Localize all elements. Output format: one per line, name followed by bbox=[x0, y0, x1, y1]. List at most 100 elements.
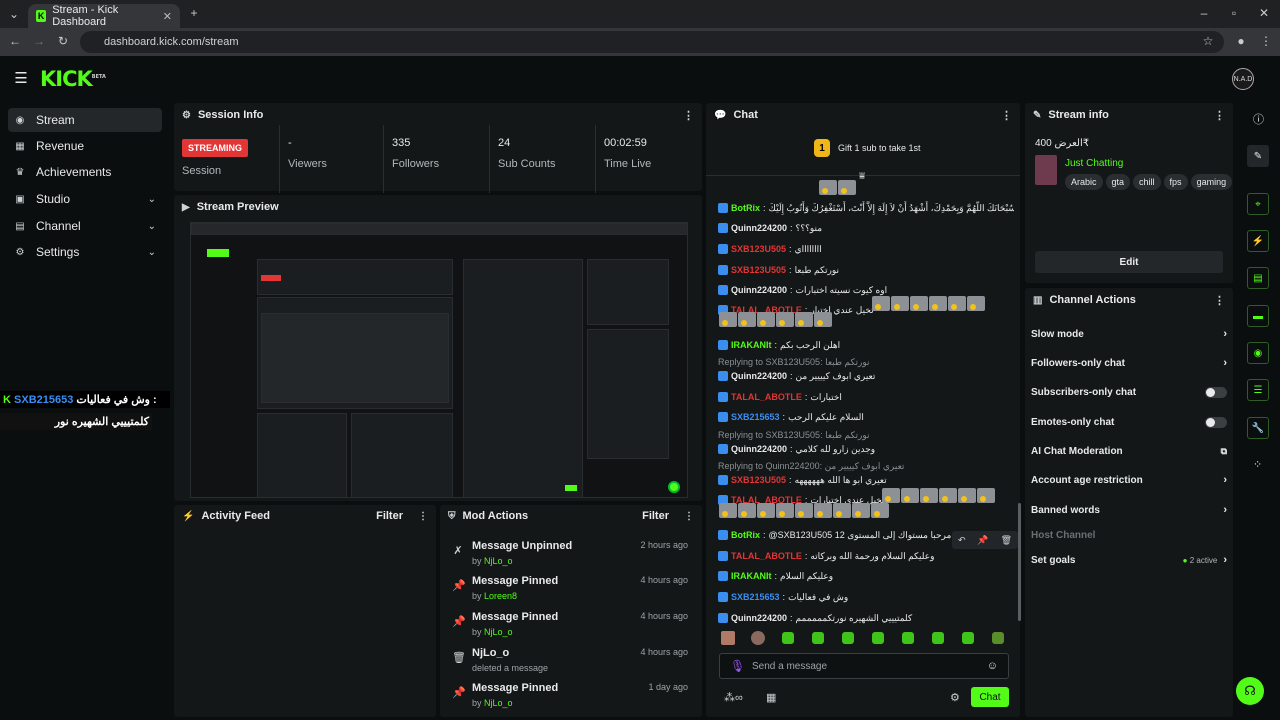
sidebar-item-studio[interactable]: ▣ Studio ⌄ bbox=[8, 187, 162, 211]
gift-text[interactable]: Gift 1 sub to take 1st bbox=[838, 143, 921, 153]
emote-kick-icon[interactable] bbox=[932, 632, 944, 644]
wrench-tool-icon[interactable]: 🔧 bbox=[1247, 417, 1269, 439]
emote-kick-icon[interactable] bbox=[992, 632, 1004, 644]
tag-gaming[interactable]: gaming bbox=[1190, 174, 1233, 190]
stream-preview-video[interactable] bbox=[190, 222, 688, 498]
lightning-tool-icon[interactable]: ⚡ bbox=[1247, 230, 1269, 252]
chat-username[interactable]: BotRix bbox=[731, 203, 760, 213]
chat-username[interactable]: SXB123U505 bbox=[731, 244, 786, 254]
minimize-icon[interactable]: – bbox=[1196, 6, 1212, 20]
chat-username[interactable]: IRAKANIt bbox=[731, 340, 772, 350]
chat-scrollbar[interactable] bbox=[1018, 503, 1021, 621]
sidebar-item-settings[interactable]: ⚙ Settings ⌄ bbox=[8, 240, 162, 264]
followers-only-action[interactable]: Followers-only chat › bbox=[1031, 354, 1227, 372]
support-chat-icon[interactable]: ☊ bbox=[1236, 677, 1264, 705]
tag-fps[interactable]: fps bbox=[1163, 174, 1188, 190]
chat-username[interactable]: SXB123U505 bbox=[731, 475, 786, 485]
sidebar-item-revenue[interactable]: ▦ Revenue bbox=[8, 134, 162, 158]
pin-icon[interactable]: 📌 bbox=[977, 535, 988, 546]
chat-send-button[interactable]: Chat bbox=[971, 687, 1009, 707]
pinned-toggle-icon[interactable]: ⩸ bbox=[859, 171, 865, 182]
profile-icon[interactable]: ● bbox=[1233, 34, 1249, 48]
ai-moderation-action[interactable]: AI Chat Moderation ⧉ bbox=[1031, 442, 1227, 460]
maximize-icon[interactable]: ▫ bbox=[1226, 6, 1242, 20]
more-menu-icon[interactable]: ⋮ bbox=[683, 109, 694, 122]
chat-message-input[interactable]: 🎙 Send a message ☺ bbox=[719, 653, 1009, 679]
emote-kick-icon[interactable] bbox=[902, 632, 914, 644]
new-tab-icon[interactable]: + bbox=[186, 6, 202, 20]
delete-icon[interactable]: 🗑 bbox=[1001, 535, 1012, 546]
sidebar-item-channel[interactable]: ▤ Channel ⌄ bbox=[8, 214, 162, 238]
points-icon[interactable]: ⁂∞ bbox=[724, 691, 743, 704]
emotes-only-toggle[interactable] bbox=[1205, 416, 1227, 428]
browser-menu-icon[interactable]: ⋮ bbox=[1258, 34, 1274, 48]
chat-username[interactable]: TALAL_ABOTLE bbox=[731, 551, 802, 561]
window-close-icon[interactable]: ✕ bbox=[1256, 6, 1272, 20]
chat-username[interactable]: BotRix bbox=[731, 530, 760, 540]
chat-username[interactable]: Quinn224200 bbox=[731, 371, 787, 381]
tab-list-icon[interactable]: ⌄ bbox=[6, 7, 22, 21]
bookmark-star-icon[interactable]: ☆ bbox=[1200, 34, 1216, 48]
subscribers-only-toggle[interactable] bbox=[1205, 386, 1227, 398]
more-menu-icon[interactable]: ⋮ bbox=[1214, 109, 1225, 122]
more-menu-icon[interactable]: ⋮ bbox=[1001, 109, 1012, 122]
activity-filter-button[interactable]: Filter bbox=[376, 510, 403, 522]
chat-username[interactable]: SXB123U505 bbox=[731, 265, 786, 275]
reply-icon[interactable]: ↶ bbox=[958, 535, 966, 546]
emote-kick-icon[interactable] bbox=[782, 632, 794, 644]
tag-gta[interactable]: gta bbox=[1105, 174, 1131, 190]
tag-arabic[interactable]: Arabic bbox=[1065, 174, 1103, 190]
chat-username[interactable]: IRAKANIt bbox=[731, 571, 772, 581]
emote-avatar-icon[interactable] bbox=[721, 631, 735, 645]
chat-username[interactable]: Quinn224200 bbox=[731, 223, 787, 233]
emote-kick-icon[interactable] bbox=[962, 632, 974, 644]
hamburger-menu-icon[interactable]: ☰ bbox=[13, 69, 29, 87]
tag-chill[interactable]: chill bbox=[1133, 174, 1161, 190]
back-icon[interactable]: ← bbox=[7, 34, 23, 48]
microphone-icon[interactable]: 🎙 bbox=[730, 659, 745, 673]
sidebar-item-achievements[interactable]: ♛ Achievements bbox=[8, 160, 162, 184]
avatar[interactable]: N.A.D bbox=[1232, 68, 1254, 90]
emote-kick-icon[interactable] bbox=[842, 632, 854, 644]
slow-mode-action[interactable]: Slow mode › bbox=[1031, 325, 1227, 343]
store-icon[interactable]: ▦ bbox=[766, 691, 776, 704]
document-tool-icon[interactable]: ▤ bbox=[1247, 267, 1269, 289]
set-goals-action[interactable]: Set goals ● 2 active › bbox=[1031, 551, 1227, 569]
broadcast-tool-icon[interactable]: ◉ bbox=[1247, 342, 1269, 364]
account-age-action[interactable]: Account age restriction › bbox=[1031, 471, 1227, 489]
forward-icon[interactable]: → bbox=[31, 34, 47, 48]
kick-logo[interactable]: KICKBETA bbox=[40, 67, 106, 91]
more-menu-icon[interactable]: ⋮ bbox=[418, 511, 428, 522]
category-name[interactable]: Just Chatting bbox=[1065, 158, 1123, 169]
chat-settings-gear-icon[interactable]: ⚙ bbox=[950, 691, 960, 704]
chat-username[interactable]: SXB215653 bbox=[731, 412, 780, 422]
emote-face-icon[interactable] bbox=[751, 631, 765, 645]
apps-icon[interactable]: ⁘ bbox=[1253, 458, 1262, 471]
more-menu-icon[interactable]: ⋮ bbox=[1214, 294, 1225, 307]
emote-kick-icon[interactable] bbox=[872, 632, 884, 644]
list-tool-icon[interactable]: ☰ bbox=[1247, 379, 1269, 401]
chat-tool-icon[interactable]: ▬ bbox=[1247, 305, 1269, 327]
edit-stream-info-button[interactable]: Edit bbox=[1035, 251, 1223, 273]
chat-username[interactable]: TALAL_ABOTLE bbox=[731, 392, 802, 402]
emote bbox=[833, 503, 851, 518]
url-bar[interactable]: dashboard.kick.com/stream bbox=[80, 31, 1224, 53]
chat-username[interactable]: Quinn224200 bbox=[731, 613, 787, 623]
close-tab-icon[interactable]: ✕ bbox=[163, 10, 172, 23]
edit-tool-icon[interactable]: ✎ bbox=[1247, 145, 1269, 167]
emoji-icon[interactable]: ☺ bbox=[987, 660, 998, 672]
emote-kick-icon[interactable] bbox=[812, 632, 824, 644]
reload-icon[interactable]: ↻ bbox=[55, 34, 71, 48]
mod-filter-button[interactable]: Filter bbox=[642, 510, 669, 522]
chat-username[interactable]: SXB215653 bbox=[731, 592, 780, 602]
chat-username[interactable]: Quinn224200 bbox=[731, 444, 787, 454]
chat-text: اوه كيوت نسيته اختبارات bbox=[795, 284, 888, 295]
clip-tool-icon[interactable]: ⌖ bbox=[1247, 193, 1269, 215]
more-menu-icon[interactable]: ⋮ bbox=[684, 511, 694, 522]
sidebar-item-stream[interactable]: ◉ Stream bbox=[8, 108, 162, 132]
banned-words-action[interactable]: Banned words › bbox=[1031, 501, 1227, 519]
info-icon[interactable]: ⓘ bbox=[1253, 111, 1264, 127]
chat-text: السلام عليكم الرحب bbox=[788, 411, 864, 422]
chat-username[interactable]: Quinn224200 bbox=[731, 285, 787, 295]
browser-tab[interactable]: K Stream - Kick Dashboard ✕ bbox=[28, 4, 180, 28]
